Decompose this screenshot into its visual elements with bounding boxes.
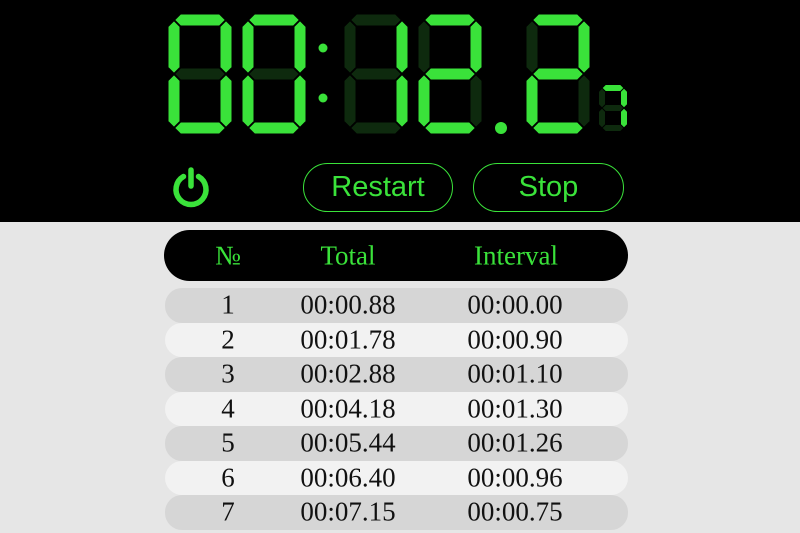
segment-c — [578, 75, 590, 127]
lap-total: 00:07.15 — [300, 496, 396, 527]
lap-number: 5 — [221, 427, 235, 458]
segment-c — [470, 75, 482, 127]
segment-e — [242, 75, 254, 127]
segment-e — [344, 75, 356, 127]
time-digit — [168, 14, 232, 134]
colon-dot-top — [318, 43, 328, 53]
segment-g — [249, 68, 299, 80]
segment-g — [533, 68, 583, 80]
lap-total: 00:01.78 — [300, 324, 396, 355]
segment-g — [425, 68, 475, 80]
seven-segment-time-display — [168, 14, 627, 134]
segment-e — [418, 75, 430, 127]
lap-total: 00:05.44 — [300, 427, 396, 458]
segment-a — [351, 14, 401, 26]
table-row: 5 00:05.44 00:01.26 — [165, 426, 628, 461]
segment-d — [351, 122, 401, 134]
segment-b — [396, 21, 408, 73]
lap-number: 6 — [221, 462, 235, 493]
lap-interval: 00:01.30 — [467, 393, 563, 424]
segment-c — [621, 108, 627, 128]
lap-total: 00:06.40 — [300, 462, 396, 493]
lap-interval: 00:00.75 — [467, 496, 563, 527]
lap-interval: 00:01.26 — [467, 427, 563, 458]
segment-g — [602, 105, 624, 111]
hundredths-digit — [599, 85, 627, 131]
header-number: № — [215, 240, 241, 270]
lap-total: 00:02.88 — [300, 358, 396, 389]
segment-e — [599, 108, 605, 128]
lap-number: 3 — [221, 358, 235, 389]
laps-table-header: № Total Interval — [164, 230, 628, 281]
stopwatch-display-panel: Restart Stop — [0, 0, 800, 222]
segment-a — [249, 14, 299, 26]
segment-b — [220, 21, 232, 73]
table-row: 4 00:04.18 00:01.30 — [165, 391, 628, 426]
lap-number: 1 — [221, 289, 235, 320]
power-icon — [173, 167, 209, 208]
segment-d — [249, 122, 299, 134]
lap-total: 00:00.88 — [300, 289, 396, 320]
lap-interval: 00:01.10 — [467, 358, 563, 389]
time-digit — [418, 14, 482, 134]
stop-button[interactable]: Stop — [473, 163, 624, 212]
segment-a — [425, 14, 475, 26]
lap-interval: 00:00.90 — [467, 324, 563, 355]
segment-d — [533, 122, 583, 134]
power-button[interactable] — [169, 165, 213, 209]
segment-a — [602, 85, 624, 91]
laps-table-body: 1 00:00.88 00:00.00 2 00:01.78 00:00.90 … — [165, 288, 628, 530]
time-digit — [526, 14, 590, 134]
segment-c — [220, 75, 232, 127]
segment-e — [168, 75, 180, 127]
segment-b — [578, 21, 590, 73]
lap-number: 4 — [221, 393, 235, 424]
header-interval: Interval — [474, 240, 558, 270]
segment-a — [175, 14, 225, 26]
table-row: 2 00:01.78 00:00.90 — [165, 322, 628, 357]
time-digit — [344, 14, 408, 134]
segment-g — [351, 68, 401, 80]
segment-f — [418, 21, 430, 73]
segment-d — [425, 122, 475, 134]
segment-c — [396, 75, 408, 127]
table-row: 1 00:00.88 00:00.00 — [165, 288, 628, 323]
segment-f — [526, 21, 538, 73]
segment-a — [533, 14, 583, 26]
time-digit — [242, 14, 306, 134]
lap-interval: 00:00.96 — [467, 462, 563, 493]
segment-b — [470, 21, 482, 73]
segment-f — [599, 88, 605, 108]
segment-d — [175, 122, 225, 134]
decimal-point — [495, 122, 507, 134]
segment-b — [621, 88, 627, 108]
table-row: 3 00:02.88 00:01.10 — [165, 357, 628, 392]
lap-interval: 00:00.00 — [467, 289, 563, 320]
colon-dot-bottom — [318, 93, 328, 103]
lap-total: 00:04.18 — [300, 393, 396, 424]
header-total: Total — [320, 240, 376, 270]
segment-e — [526, 75, 538, 127]
table-row: 7 00:07.15 00:00.75 — [165, 495, 628, 530]
segment-b — [294, 21, 306, 73]
segment-c — [294, 75, 306, 127]
lap-number: 2 — [221, 324, 235, 355]
lap-number: 7 — [221, 496, 235, 527]
segment-g — [175, 68, 225, 80]
segment-f — [344, 21, 356, 73]
table-row: 6 00:06.40 00:00.96 — [165, 460, 628, 495]
segment-f — [242, 21, 254, 73]
segment-d — [602, 125, 624, 131]
restart-button[interactable]: Restart — [303, 163, 453, 212]
segment-f — [168, 21, 180, 73]
